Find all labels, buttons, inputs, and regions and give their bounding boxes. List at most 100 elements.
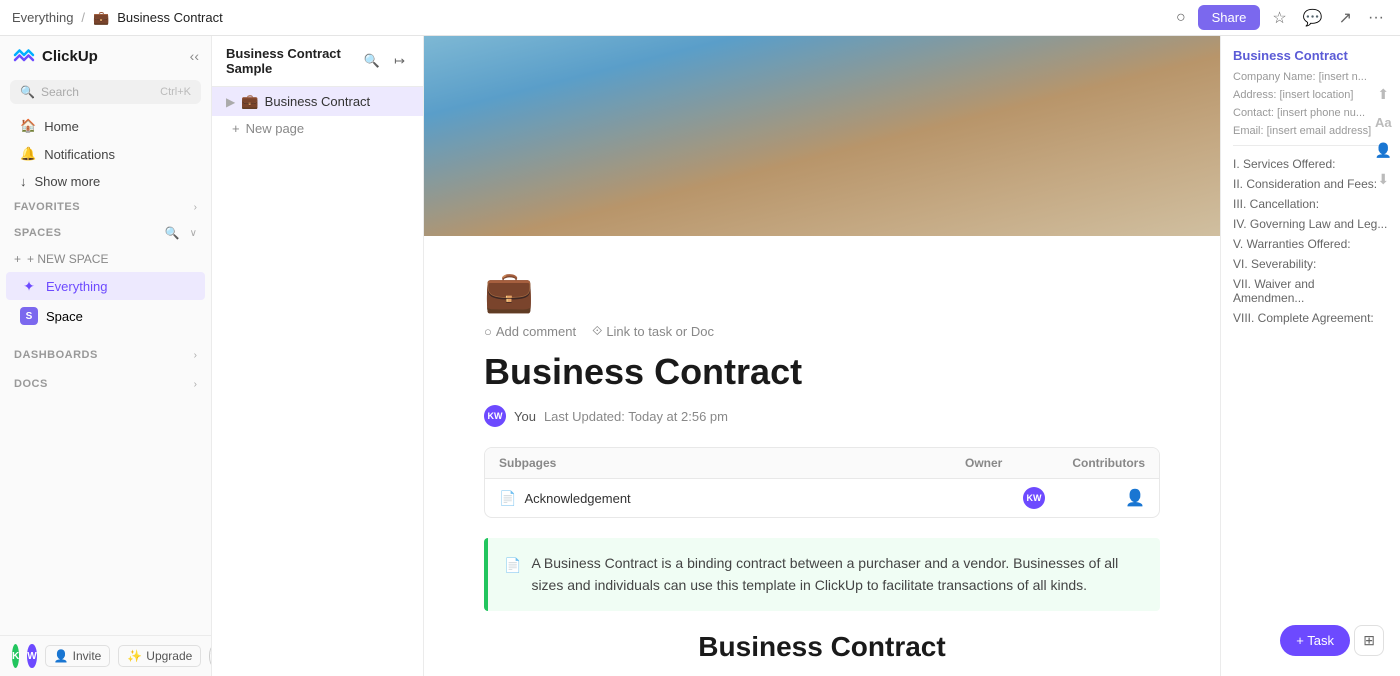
comment-icon[interactable]: 💬 [1299, 4, 1327, 32]
plus-page-icon: + [232, 121, 240, 136]
home-icon: 🏠 [20, 118, 36, 134]
outline-font-icon[interactable]: Aa [1375, 115, 1392, 130]
clickup-logo-icon [12, 44, 36, 68]
link-label: Link to task or Doc [606, 324, 714, 339]
sidebar-item-show-more-label: Show more [35, 174, 101, 189]
link-icon: ⟐ [592, 323, 602, 339]
export-icon[interactable]: ↗ [1335, 4, 1356, 32]
logo: ClickUp [12, 44, 98, 68]
bell-icon: 🔔 [20, 146, 36, 162]
sidebar-item-home-label: Home [44, 119, 79, 134]
watch-icon[interactable]: ○ [1172, 5, 1190, 31]
outline-contact: Contact: [insert phone nu... [1233, 107, 1388, 119]
outline-item-7[interactable]: VII. Waiver and Amendmen... [1233, 274, 1388, 308]
docs-chevron-icon: › [194, 379, 197, 390]
search-placeholder: Search [41, 85, 79, 99]
breadcrumb-doc: Business Contract [117, 10, 223, 25]
doc-export-icon[interactable]: ↦ [390, 49, 409, 73]
doc-tree-item-business-contract[interactable]: ▶ 💼 Business Contract [212, 87, 423, 116]
new-page-item[interactable]: + New page [212, 116, 423, 141]
subpage-name-acknowledgement: Acknowledgement [524, 491, 965, 506]
outline-item-4[interactable]: IV. Governing Law and Leg... [1233, 214, 1388, 234]
task-button[interactable]: + Task [1280, 625, 1350, 656]
outline-title[interactable]: Business Contract [1233, 48, 1388, 63]
subpage-row-acknowledgement[interactable]: 📄 Acknowledgement KW 👤 [485, 479, 1159, 517]
outline-divider [1233, 145, 1388, 146]
outline-panel: Business Contract Company Name: [insert … [1220, 36, 1400, 676]
arrow-down-icon: ↓ [20, 174, 27, 189]
doc-emoji-icon: 💼 [484, 268, 1160, 315]
outline-item-8[interactable]: VIII. Complete Agreement: [1233, 308, 1388, 328]
last-updated: Last Updated: Today at 2:56 pm [544, 409, 728, 424]
doc-tree-item-label: Business Contract [265, 94, 371, 109]
logo-text: ClickUp [42, 48, 98, 65]
breadcrumb-icon: 💼 [93, 10, 109, 26]
add-comment-button[interactable]: ○ Add comment [484, 324, 576, 339]
outline-item-3[interactable]: III. Cancellation: [1233, 194, 1388, 214]
section-title: Business Contract [484, 631, 1160, 663]
add-comment-label: Add comment [496, 324, 576, 339]
upgrade-icon: ✨ [127, 649, 142, 663]
sidebar-item-notifications-label: Notifications [44, 147, 115, 162]
upgrade-button[interactable]: ✨ Upgrade [118, 645, 201, 667]
contributor-person-icon: 👤 [1125, 488, 1145, 508]
description-box: 📄 A Business Contract is a binding contr… [484, 538, 1160, 611]
share-button[interactable]: Share [1198, 5, 1261, 30]
new-space-label: + NEW SPACE [27, 252, 108, 266]
col-contributors-label: Contributors [1045, 456, 1145, 470]
doc-sidebar-title: Business Contract Sample [226, 46, 360, 76]
author-name: You [514, 409, 536, 424]
comment-bubble-icon: ○ [484, 324, 492, 339]
more-options-icon[interactable]: ··· [1364, 5, 1388, 31]
grid-view-icon[interactable]: ⊞ [1354, 625, 1384, 656]
star-icon[interactable]: ☆ [1268, 4, 1290, 32]
breadcrumb-everything[interactable]: Everything [12, 10, 73, 25]
outline-item-1[interactable]: I. Services Offered: [1233, 154, 1388, 174]
favorites-section-label: FAVORITES [14, 201, 80, 213]
everything-icon: ✦ [20, 277, 38, 295]
spaces-chevron-icon[interactable]: ∨ [190, 228, 197, 239]
favorites-chevron-icon: › [194, 202, 197, 213]
sidebar-item-space[interactable]: S Space [6, 302, 205, 330]
link-task-button[interactable]: ⟐ Link to task or Doc [592, 323, 714, 339]
search-bar[interactable]: 🔍 Search Ctrl+K [10, 80, 201, 104]
sidebar: ClickUp ‹‹ 🔍 Search Ctrl+K 🏠 Home 🔔 Noti… [0, 36, 212, 676]
subpages-section: Subpages Owner Contributors 📄 Acknowledg… [484, 447, 1160, 518]
outline-download-icon[interactable]: ⬇ [1377, 171, 1389, 188]
new-space-button[interactable]: + + NEW SPACE [0, 247, 211, 271]
outline-email: Email: [insert email address] [1233, 125, 1388, 137]
sidebar-item-notifications[interactable]: 🔔 Notifications [6, 141, 205, 167]
sidebar-item-everything[interactable]: ✦ Everything [6, 272, 205, 300]
outline-person-icon[interactable]: 👤 [1375, 142, 1392, 159]
outline-collapse-icon[interactable]: ⬆ [1377, 86, 1389, 103]
space-dot-icon: S [20, 307, 38, 325]
spaces-search-icon[interactable]: 🔍 [161, 222, 184, 244]
invite-label: Invite [73, 649, 102, 663]
tree-expand-icon: ▶ [226, 95, 235, 109]
briefcase-icon: 💼 [241, 93, 258, 110]
person-add-icon: 👤 [54, 649, 69, 663]
invite-button[interactable]: 👤 Invite [45, 645, 111, 667]
outline-item-2[interactable]: II. Consideration and Fees: [1233, 174, 1388, 194]
subpage-owner-avatar: KW [1023, 487, 1045, 509]
outline-item-5[interactable]: V. Warranties Offered: [1233, 234, 1388, 254]
sidebar-item-space-label: Space [46, 309, 83, 324]
subpages-label: Subpages [499, 456, 556, 470]
spaces-section-label: SPACES [14, 227, 61, 239]
desc-doc-icon: 📄 [504, 554, 521, 576]
sidebar-item-show-more[interactable]: ↓ Show more [6, 169, 205, 194]
upgrade-label: Upgrade [146, 649, 192, 663]
subpage-doc-icon: 📄 [499, 490, 516, 507]
user-avatar-w: W [27, 644, 36, 668]
doc-search-icon[interactable]: 🔍 [360, 49, 384, 73]
sidebar-item-home[interactable]: 🏠 Home [6, 113, 205, 139]
outline-item-6[interactable]: VI. Severability: [1233, 254, 1388, 274]
description-text: A Business Contract is a binding contrac… [531, 552, 1144, 597]
sidebar-item-everything-label: Everything [46, 279, 107, 294]
topbar: Everything / 💼 Business Contract ○ Share… [0, 0, 1400, 36]
sidebar-collapse-button[interactable]: ‹‹ [190, 48, 199, 64]
outline-company: Company Name: [insert n... [1233, 71, 1388, 83]
user-avatar-k: K [12, 644, 19, 668]
doc-title: Business Contract [484, 351, 1160, 393]
docs-section-label: DOCS [14, 378, 48, 390]
